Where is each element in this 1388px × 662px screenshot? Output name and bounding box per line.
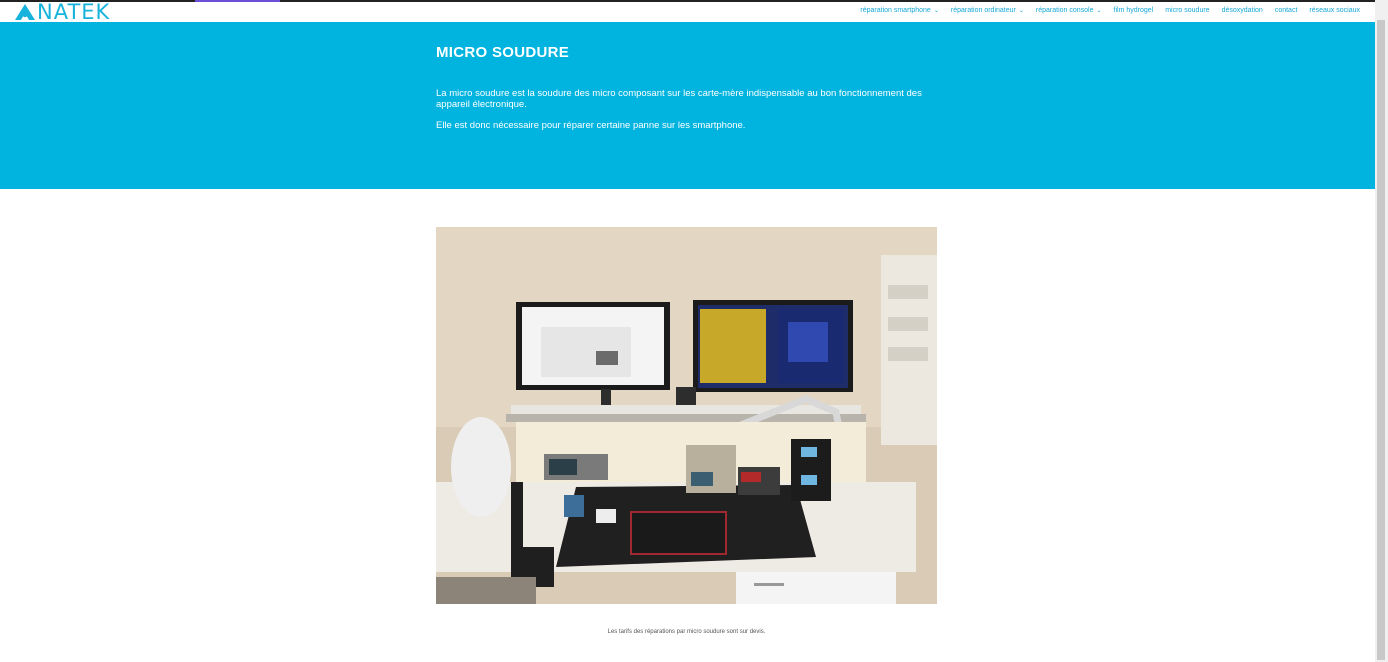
chevron-down-icon: ⌄ bbox=[1096, 8, 1102, 14]
logo-a-mark-icon bbox=[15, 4, 35, 20]
page-title: MICRO SOUDURE bbox=[436, 44, 570, 61]
main-navigation: réparation smartphone ⌄ réparation ordina… bbox=[848, 7, 1360, 14]
nav-label: réparation ordinateur bbox=[950, 7, 1016, 14]
nav-reparation-ordinateur[interactable]: réparation ordinateur ⌄ bbox=[951, 7, 1024, 14]
nav-label: désoxydation bbox=[1221, 7, 1263, 14]
nav-contact[interactable]: contact bbox=[1275, 7, 1298, 14]
nav-label: réparation smartphone bbox=[860, 7, 931, 14]
pricing-caption: Les tarifs des réparations par micro sou… bbox=[607, 629, 766, 635]
site-header: NATEK réparation smartphone ⌄ réparation … bbox=[0, 0, 1375, 24]
workstation-photo bbox=[436, 227, 937, 604]
nav-desoxydation[interactable]: désoxydation bbox=[1222, 7, 1263, 14]
chevron-down-icon: ⌄ bbox=[1018, 8, 1024, 14]
nav-label: contact bbox=[1274, 7, 1298, 14]
nav-label: micro soudure bbox=[1165, 7, 1210, 14]
site-logo[interactable]: NATEK bbox=[14, 0, 111, 24]
intro-paragraph: La micro soudure est la soudure des micr… bbox=[436, 88, 922, 110]
chevron-down-icon: ⌄ bbox=[933, 8, 939, 14]
nav-label: réparation console bbox=[1035, 7, 1094, 14]
hero-section: MICRO SOUDURE La micro soudure est la so… bbox=[0, 22, 1375, 189]
workstation-illustration bbox=[436, 227, 937, 604]
scrollbar-thumb[interactable] bbox=[1377, 20, 1385, 660]
nav-reparation-smartphone[interactable]: réparation smartphone ⌄ bbox=[860, 7, 938, 14]
nav-label: réseaux sociaux bbox=[1309, 7, 1360, 14]
nav-reseaux-sociaux[interactable]: réseaux sociaux bbox=[1309, 7, 1360, 14]
nav-label: film hydrogel bbox=[1113, 7, 1154, 14]
logo-text: NATEK bbox=[37, 0, 111, 24]
nav-film-hydrogel[interactable]: film hydrogel bbox=[1114, 7, 1154, 14]
nav-reparation-console[interactable]: réparation console ⌄ bbox=[1036, 7, 1102, 14]
nav-micro-soudure[interactable]: micro soudure bbox=[1165, 7, 1209, 14]
intro-paragraph-2: Elle est donc nécessaire pour réparer ce… bbox=[436, 120, 746, 131]
